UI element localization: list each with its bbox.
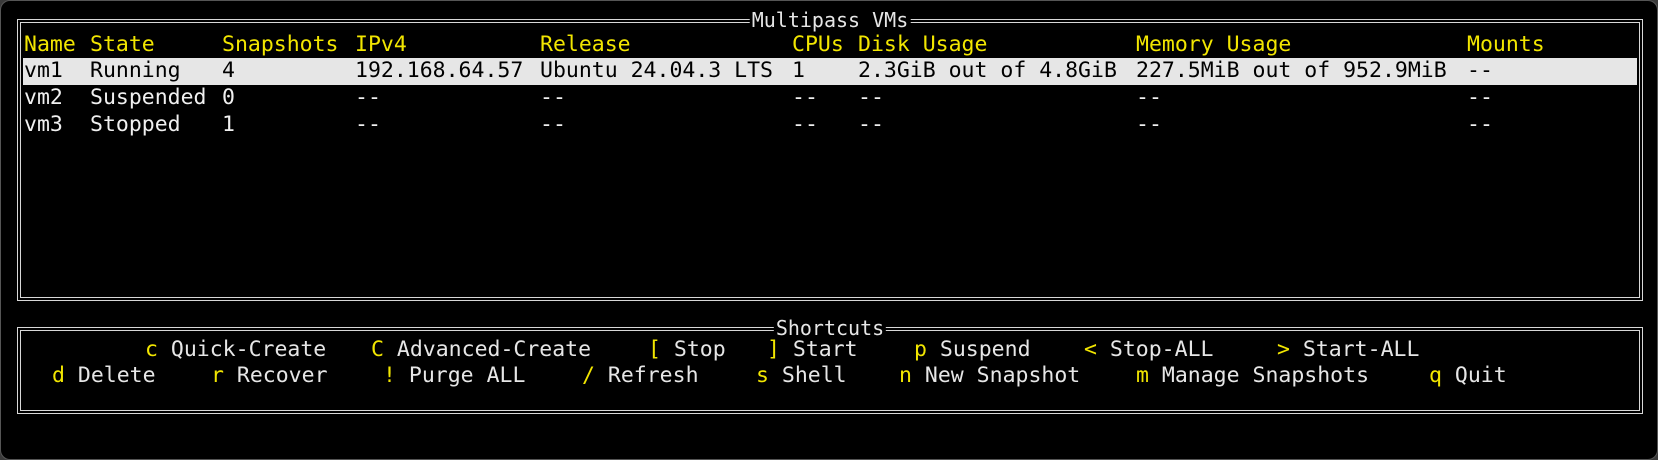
column-header-memory-usage: Memory Usage [1136, 32, 1292, 57]
shortcut-delete[interactable]: d Delete [52, 362, 156, 390]
terminal-window: Multipass VMs Name State Snapshots IPv4 Rele… [0, 0, 1658, 460]
column-header-ipv4: IPv4 [355, 32, 407, 57]
cell-name: vm2 [24, 85, 63, 110]
shortcut-start[interactable]: ] Start [767, 336, 858, 364]
column-header-name: Name [24, 32, 76, 57]
column-header-disk-usage: Disk Usage [858, 32, 988, 57]
shortcut-label: Quick-Create [170, 337, 327, 362]
shortcut-stop[interactable]: [ Stop [648, 336, 726, 364]
cell-ipv4: -- [355, 112, 381, 137]
vm-panel-title: Multipass VMs [749, 8, 911, 32]
vm-row-vm1[interactable]: vm1 Running 4 192.168.64.57 Ubuntu 24.04.3 L… [21, 58, 1639, 85]
cell-memory-usage: -- [1136, 85, 1162, 110]
cell-cpus: -- [792, 85, 818, 110]
shortcut-suspend[interactable]: p Suspend [914, 336, 1031, 364]
shortcut-key: / [582, 363, 595, 388]
vm-list-panel: Multipass VMs Name State Snapshots IPv4 Rele… [17, 8, 1643, 301]
shortcut-label: Stop-ALL [1109, 337, 1214, 362]
shortcut-manage-snapshots[interactable]: m Manage Snapshots [1136, 362, 1369, 390]
vm-row-vm2[interactable]: vm2 Suspended 0 -- -- -- -- -- -- [21, 85, 1639, 112]
shortcut-key: < [1084, 337, 1097, 362]
shortcut-recover[interactable]: r Recover [211, 362, 328, 390]
cell-snapshots: 0 [222, 85, 235, 110]
column-header-release: Release [540, 32, 631, 57]
cell-ipv4: -- [355, 85, 381, 110]
cell-mounts: -- [1467, 112, 1493, 137]
shortcut-key: > [1277, 337, 1290, 362]
cell-ipv4: 192.168.64.57 [355, 58, 524, 83]
column-header-mounts: Mounts [1467, 32, 1545, 57]
cell-memory-usage: -- [1136, 112, 1162, 137]
shortcut-label: Shell [781, 363, 847, 388]
shortcut-key: c [145, 337, 158, 362]
shortcut-label: Refresh [607, 363, 699, 388]
shortcut-key: m [1136, 363, 1149, 388]
cell-memory-usage: 227.5MiB out of 952.9MiB [1136, 58, 1447, 83]
shortcut-label: Suspend [939, 337, 1031, 362]
cell-name: vm3 [24, 112, 63, 137]
shortcut-key: p [914, 337, 927, 362]
shortcut-label: Delete [77, 363, 156, 388]
shortcut-label: Manage Snapshots [1161, 363, 1370, 388]
shortcut-key: d [52, 363, 65, 388]
cell-disk-usage: -- [858, 85, 884, 110]
shortcut-label: Start-ALL [1302, 337, 1420, 362]
shortcut-shell[interactable]: s Shell [756, 362, 847, 390]
cell-snapshots: 1 [222, 112, 235, 137]
shortcut-start-all[interactable]: > Start-ALL [1277, 336, 1419, 364]
shortcut-key: n [899, 363, 912, 388]
cell-name: vm1 [24, 58, 63, 83]
cell-cpus: 1 [792, 58, 805, 83]
shortcut-label: Quit [1454, 363, 1507, 388]
shortcut-label: Start [792, 337, 858, 362]
shortcut-label: New Snapshot [924, 363, 1081, 388]
cell-snapshots: 4 [222, 58, 235, 83]
cell-disk-usage: -- [858, 112, 884, 137]
shortcut-purge-all[interactable]: ! Purge ALL [383, 362, 525, 390]
shortcut-advanced-create[interactable]: C Advanced-Create [371, 336, 591, 364]
shortcut-label: Stop [673, 337, 726, 362]
cell-release: -- [540, 85, 566, 110]
cell-mounts: -- [1467, 58, 1493, 83]
shortcut-quick-create[interactable]: c Quick-Create [145, 336, 326, 364]
shortcut-stop-all[interactable]: < Stop-ALL [1084, 336, 1213, 364]
column-header-snapshots: Snapshots [222, 32, 339, 57]
shortcut-new-snapshot[interactable]: n New Snapshot [899, 362, 1080, 390]
cell-state: Stopped [90, 112, 181, 137]
cell-cpus: -- [792, 112, 818, 137]
shortcut-quit[interactable]: q Quit [1429, 362, 1507, 390]
shortcuts-panel: Shortcuts c Quick-Create C Advanced-Creat… [17, 316, 1643, 414]
shortcut-key: ] [767, 337, 780, 362]
vm-row-vm3[interactable]: vm3 Stopped 1 -- -- -- -- -- -- [21, 112, 1639, 139]
cell-state: Running [90, 58, 181, 83]
cell-mounts: -- [1467, 85, 1493, 110]
cell-release: -- [540, 112, 566, 137]
shortcut-key: s [756, 363, 769, 388]
cell-release: Ubuntu 24.04.3 LTS [540, 58, 773, 83]
column-header-state: State [90, 32, 155, 57]
shortcut-refresh[interactable]: / Refresh [582, 362, 699, 390]
shortcut-key: ! [383, 363, 396, 388]
shortcut-key: q [1429, 363, 1442, 388]
shortcut-label: Advanced-Create [396, 337, 592, 362]
cell-state: Suspended [90, 85, 207, 110]
shortcut-key: [ [648, 337, 661, 362]
cell-disk-usage: 2.3GiB out of 4.8GiB [858, 58, 1117, 83]
shortcut-key: r [211, 363, 224, 388]
column-header-cpus: CPUs [792, 32, 844, 57]
shortcut-label: Recover [236, 363, 328, 388]
shortcut-key: C [371, 337, 384, 362]
shortcut-label: Purge ALL [408, 363, 526, 388]
